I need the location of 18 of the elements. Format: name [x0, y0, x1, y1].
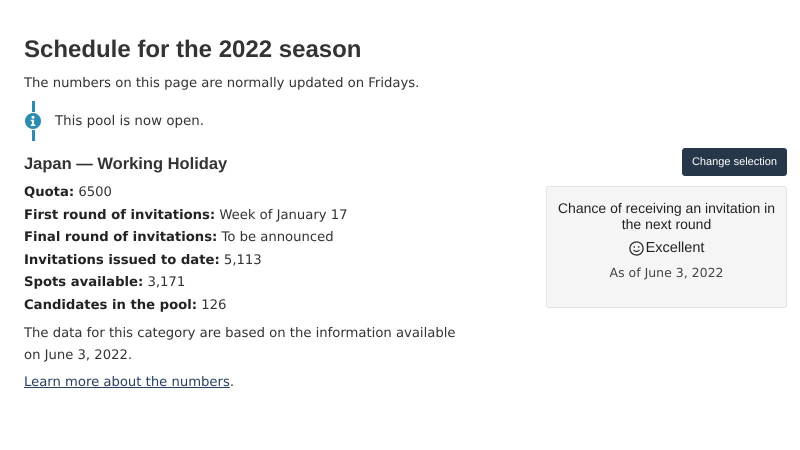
- stat-line: First round of invitations: Week of January 17: [24, 206, 349, 224]
- stat-line: Invitations issued to date: 5,113: [24, 252, 263, 270]
- learn-more-sentence: Learn more about the numbers.: [24, 375, 236, 390]
- stat-line: Quota: 6500: [24, 184, 113, 202]
- learn-more-link[interactable]: Learn more about the numbers: [24, 375, 230, 390]
- stat-line: Spots available: 3,171: [24, 274, 186, 292]
- stat-line: Final round of invitations: To be announced: [24, 229, 335, 247]
- change-selection-button[interactable]: Change selection: [682, 148, 787, 176]
- card-heading: Chance of receiving an invitation in the next round: [557, 200, 776, 232]
- page-title: Schedule for the 2022 season: [24, 36, 362, 64]
- data-note: The data for this category are based on the information available on June 3, 2022.: [24, 325, 456, 365]
- smiley-icon: [628, 240, 644, 256]
- category-title: Japan — Working Holiday: [24, 155, 228, 174]
- stat-line: Candidates in the pool: 126: [24, 296, 228, 314]
- rating-text: Excellent: [646, 240, 704, 256]
- subtitle: The numbers on this page are normally updated on Fridays.: [24, 76, 420, 91]
- as-of-date: As of June 3, 2022: [610, 265, 724, 280]
- notice-text: This pool is now open.: [55, 114, 204, 128]
